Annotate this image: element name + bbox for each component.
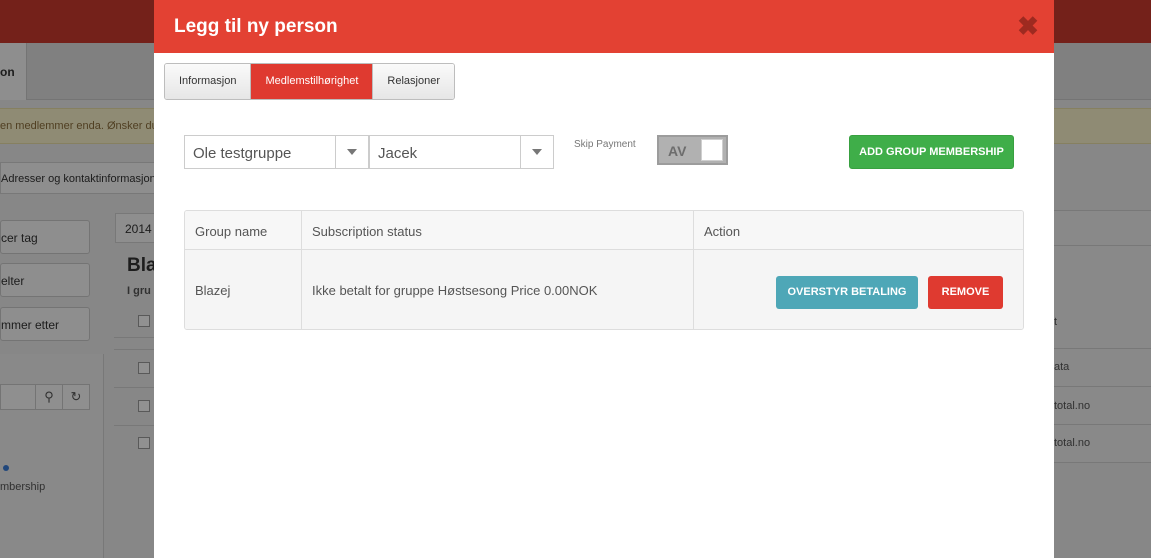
skip-payment-state: AV xyxy=(668,143,687,159)
toggle-knob xyxy=(701,139,723,161)
skip-payment-label: Skip Payment xyxy=(574,139,636,150)
modal-tabs: Informasjon Medlemstilhørighet Relasjone… xyxy=(164,63,455,100)
membership-table: Group name Subscription status Action Bl… xyxy=(184,210,1024,330)
person-select-value: Jacek xyxy=(378,145,418,162)
add-group-membership-button[interactable]: ADD GROUP MEMBERSHIP xyxy=(849,135,1014,169)
tab-relasjoner[interactable]: Relasjoner xyxy=(373,64,454,99)
tab-medlemstilhorighet[interactable]: Medlemstilhørighet xyxy=(251,64,374,99)
group-select-value: Ole testgruppe xyxy=(193,145,292,162)
subscription-status-cell: Ikke betalt for gruppe Høstsesong Price … xyxy=(302,250,694,329)
table-header: Group name Subscription status Action xyxy=(185,211,1023,250)
group-select-toggle[interactable] xyxy=(335,136,368,168)
column-header-group-name: Group name xyxy=(185,211,302,249)
tab-informasjon[interactable]: Informasjon xyxy=(165,64,252,99)
override-payment-button[interactable]: OVERSTYR BETALING xyxy=(776,276,918,309)
skip-payment-toggle[interactable]: AV xyxy=(657,135,728,165)
chevron-down-icon xyxy=(347,149,357,155)
column-header-subscription-status: Subscription status xyxy=(302,211,694,249)
group-select[interactable]: Ole testgruppe xyxy=(184,135,369,169)
column-header-action: Action xyxy=(704,224,741,239)
modal-title: Legg til ny person xyxy=(174,16,338,37)
remove-button[interactable]: REMOVE xyxy=(928,276,1003,309)
add-person-modal: Legg til ny person ✖ Informasjon Medlems… xyxy=(154,0,1054,558)
group-name-cell: Blazej xyxy=(185,250,302,329)
table-row: Blazej Ikke betalt for gruppe Høstsesong… xyxy=(185,250,1023,329)
chevron-down-icon xyxy=(532,149,542,155)
person-select[interactable]: Jacek xyxy=(369,135,554,169)
action-cell: OVERSTYR BETALING REMOVE xyxy=(694,250,1023,329)
person-select-toggle[interactable] xyxy=(520,136,553,168)
modal-header: Legg til ny person ✖ xyxy=(154,0,1054,53)
close-icon[interactable]: ✖ xyxy=(1016,13,1040,39)
